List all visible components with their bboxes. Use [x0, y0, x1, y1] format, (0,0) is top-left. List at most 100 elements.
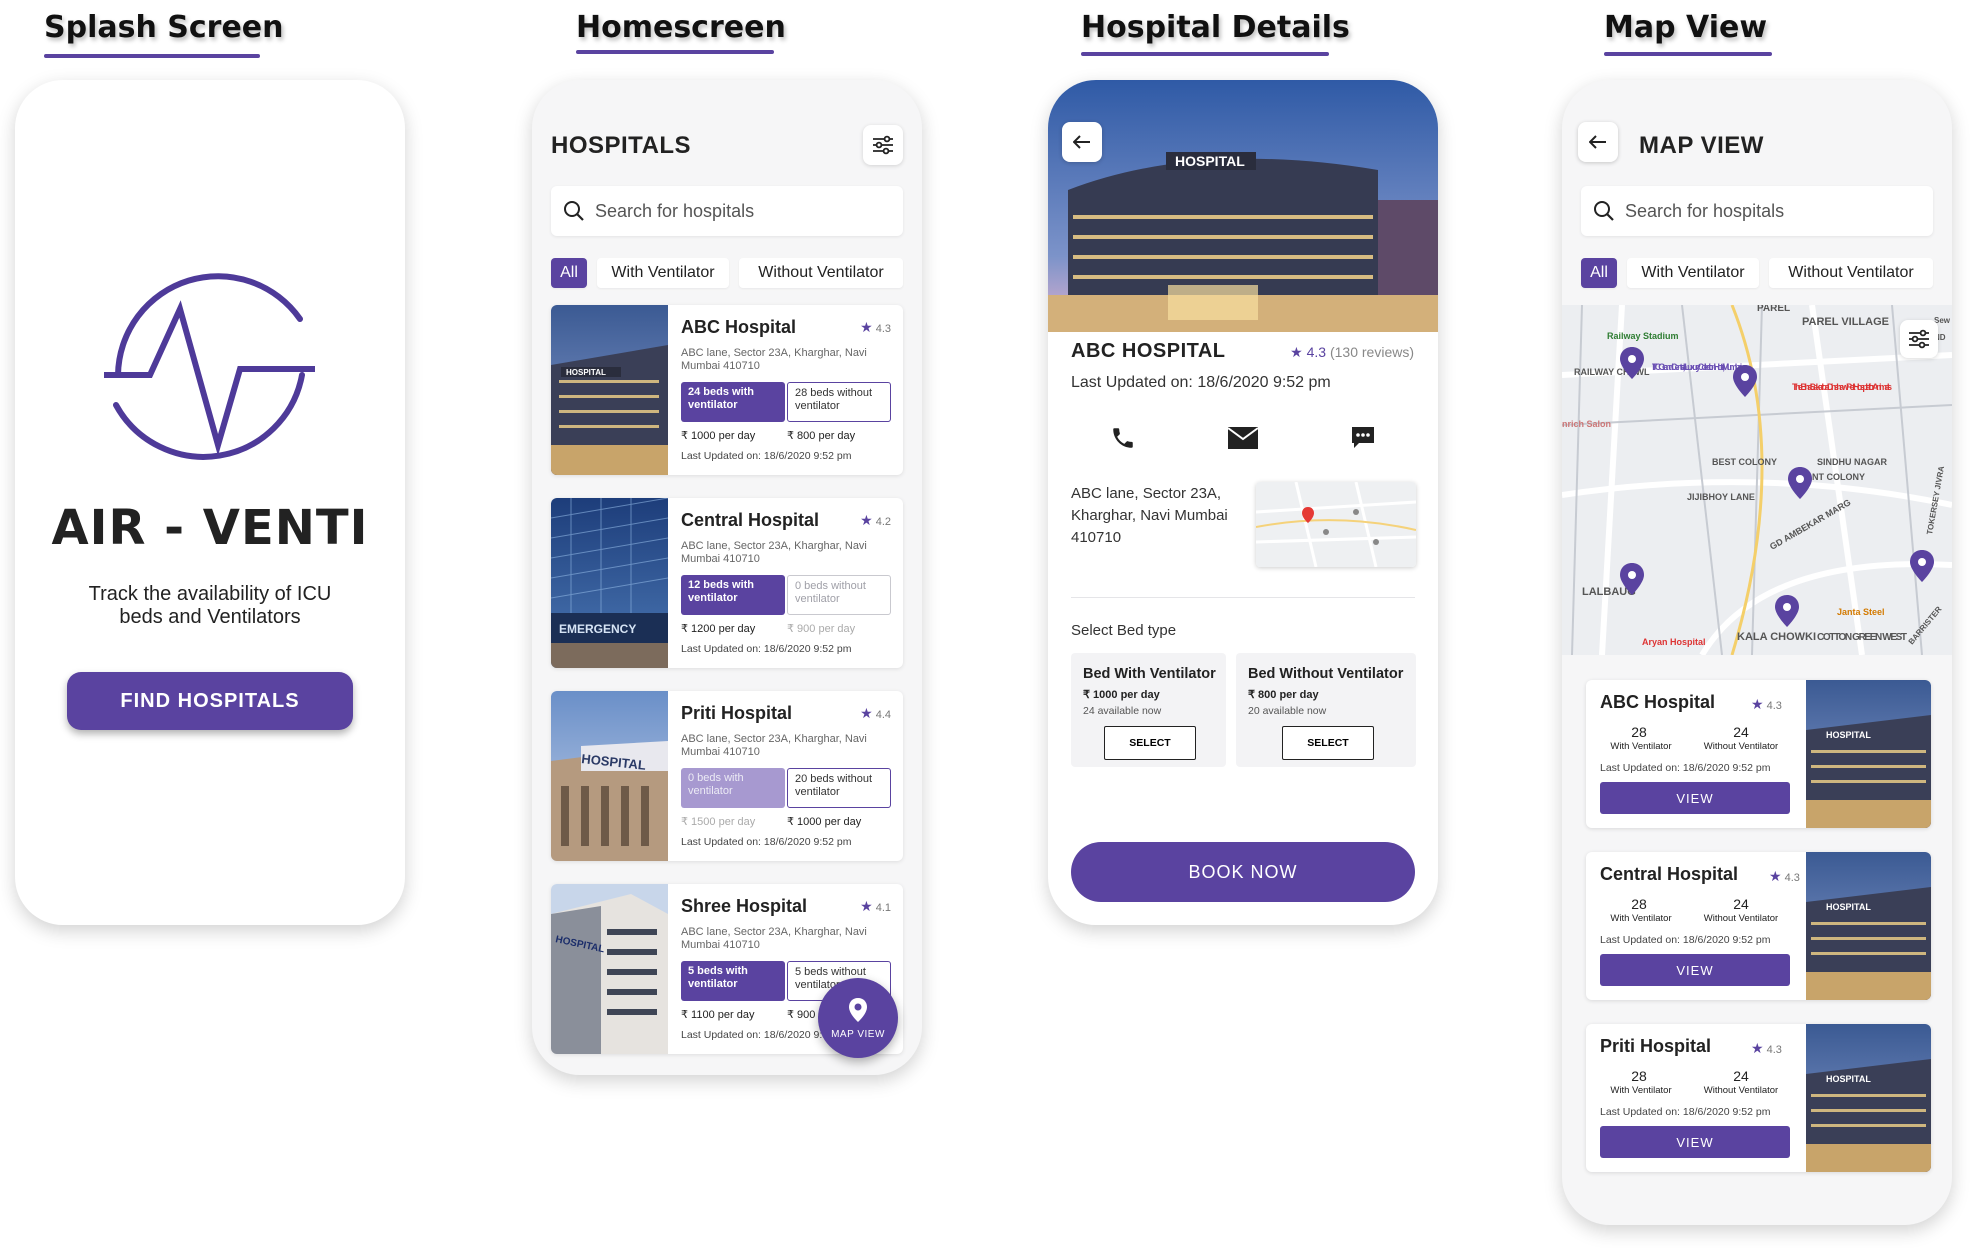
filter-chip-all[interactable]: All [1581, 258, 1617, 288]
star-icon: ★ [860, 705, 873, 721]
hospital-address: ABC lane, Sector 23A, Kharghar, Navi Mum… [681, 540, 867, 565]
view-button[interactable]: VIEW [1600, 782, 1790, 814]
filter-chip-with-ventilator[interactable]: With Ventilator [1627, 258, 1759, 288]
hospital-name: Priti Hospital [681, 703, 793, 723]
phone-icon [1113, 428, 1133, 448]
beds-without-ventilator: 0 beds without ventilator [787, 575, 891, 615]
bed-type-price: ₹ 1000 per day [1083, 689, 1160, 701]
map-view-label: MAP VIEW [831, 1028, 885, 1040]
last-updated: Last Updated on: 18/6/2020 9:52 pm [681, 450, 852, 462]
rating: ★ 4.3 [1751, 1040, 1782, 1056]
rating: ★ 4.3 [1769, 868, 1800, 884]
price-without-ventilator: ₹ 1000 per day [787, 816, 862, 828]
beds-with-ventilator: 5 beds with ventilator [681, 961, 785, 1001]
last-updated: Last Updated on: 18/6/2020 9:52 pm [1071, 374, 1331, 391]
bed-type-card: Bed Without Ventilator ₹ 800 per day 20 … [1236, 653, 1416, 767]
map-label: ITC Grand Central, a Luxury Collection H… [1652, 362, 1743, 372]
filter-settings-button[interactable] [863, 125, 903, 165]
section-underline [44, 54, 260, 58]
mini-map[interactable] [1256, 482, 1416, 567]
without-ventilator-count: 24 [1733, 896, 1749, 912]
hospital-address: ABC lane, Sector 23A, Kharghar, Navi Mum… [681, 733, 867, 758]
map-label: The Bhai Sakarbai Dinshaw Petit Hospital… [1792, 382, 1892, 392]
sliders-icon [873, 135, 893, 155]
beds-without-ventilator: 28 beds without ventilator [787, 382, 891, 422]
hospital-image: EMERGENCY [551, 498, 668, 668]
map-hospital-card[interactable]: Priti Hospital ★ 4.3 28 With Ventilator … [1586, 1024, 1931, 1172]
find-hospitals-button[interactable]: FIND HOSPITALS [67, 672, 353, 730]
without-ventilator-label: Without Ventilator [1703, 913, 1779, 924]
map-hospital-card[interactable]: Central Hospital ★ 4.3 28 With Ventilato… [1586, 852, 1931, 1000]
star-icon: ★ [1751, 1040, 1764, 1056]
star-icon: ★ [860, 319, 873, 335]
rating: ★ 4.3 [860, 319, 891, 335]
last-updated: Last Updated on: 18/6/2020 9:52 pm [1600, 762, 1771, 774]
arrow-left-icon [1589, 135, 1606, 149]
map-view-button[interactable]: MAP VIEW [818, 978, 898, 1058]
hospital-name: Central Hospital [681, 510, 820, 530]
view-button[interactable]: VIEW [1600, 954, 1790, 986]
call-button[interactable] [1103, 418, 1143, 458]
back-button[interactable] [1062, 122, 1102, 162]
price-without-ventilator: ₹ 800 per day [787, 430, 856, 442]
select-button[interactable]: SELECT [1282, 726, 1374, 760]
search-bar[interactable] [1581, 186, 1933, 236]
map-label: JIJIBHOY LANE [1687, 492, 1755, 502]
hospital-name: ABC Hospital [681, 317, 797, 337]
select-bed-label: Select Bed type [1071, 622, 1177, 639]
hospital-card[interactable]: EMERGENCY Central Hospital ★ 4.2 ABC lan… [551, 498, 903, 668]
bed-type-name: Bed Without Ventilator [1248, 666, 1404, 682]
splash-screen: AIR - VENTI Track the availability of IC… [15, 80, 405, 925]
map-label: SINDHU NAGAR [1817, 457, 1888, 467]
location-pin-icon [849, 997, 867, 1022]
without-ventilator-count: 24 [1733, 1068, 1749, 1084]
price-without-ventilator: ₹ 900 per day [787, 623, 856, 635]
map-filter-button[interactable] [1900, 320, 1938, 358]
search-input[interactable] [1625, 200, 1885, 222]
sliders-icon [1909, 329, 1929, 349]
filter-chip-all[interactable]: All [551, 258, 587, 288]
with-ventilator-label: With Ventilator [1610, 741, 1672, 752]
filter-chip-with-ventilator[interactable]: With Ventilator [597, 258, 729, 288]
arrow-left-icon [1073, 135, 1090, 149]
filter-chip-without-ventilator[interactable]: Without Ventilator [1769, 258, 1933, 288]
hospital-card[interactable]: HOSPITAL Priti Hospital ★ 4.4 ABC lane, … [551, 691, 903, 861]
svg-text:HOSPITAL: HOSPITAL [1826, 1074, 1871, 1084]
star-icon: ★ [1769, 868, 1782, 884]
section-underline [1604, 52, 1772, 56]
svg-text:HOSPITAL: HOSPITAL [1826, 730, 1871, 740]
hospital-name: Shree Hospital [681, 896, 808, 916]
filter-chip-without-ventilator[interactable]: Without Ventilator [739, 258, 903, 288]
homescreen: HOSPITALS All With Ventilator Without Ve… [532, 80, 922, 1075]
hospital-address: ABC lane, Sector 23A, Kharghar, Navi Mum… [1071, 485, 1228, 546]
back-button[interactable] [1578, 122, 1618, 162]
section-underline [1081, 52, 1329, 56]
search-bar[interactable] [551, 186, 903, 236]
section-title-splash: Splash Screen [44, 10, 284, 45]
hospital-card[interactable]: HOSPITAL ABC Hospital ★ 4.3 ABC lane, Se… [551, 305, 903, 475]
hospital-details-screen: HOSPITAL ABC HOSPITAL ★ 4.3 (130 reviews… [1048, 80, 1438, 925]
search-input[interactable] [595, 200, 855, 222]
last-updated: Last Updated on: 18/6/2020 9:52 pm [681, 643, 852, 655]
svg-text:HOSPITAL: HOSPITAL [1826, 902, 1871, 912]
hospital-name: Priti Hospital [1600, 1036, 1712, 1056]
section-title-map: Map View [1604, 10, 1768, 45]
price-with-ventilator: ₹ 1000 per day [681, 430, 756, 442]
app-logo-icon [104, 273, 315, 460]
view-button[interactable]: VIEW [1600, 1126, 1790, 1158]
page-title: MAP VIEW [1639, 132, 1764, 159]
last-updated: Last Updated on: 18/6/2020 9:52 pm [1600, 934, 1771, 946]
app-name: AIR - VENTI [51, 500, 369, 556]
book-now-button[interactable]: BOOK NOW [1071, 842, 1415, 902]
beds-with-ventilator: 24 beds with ventilator [681, 382, 785, 422]
map-label: NT COLONY [1812, 472, 1865, 482]
map[interactable]: PAREL PAREL VILLAGE Railway Stadium ITC … [1562, 305, 1952, 655]
without-ventilator-label: Without Ventilator [1703, 1085, 1779, 1096]
email-button[interactable] [1223, 418, 1263, 458]
mail-icon [1227, 427, 1259, 449]
chat-button[interactable] [1343, 418, 1383, 458]
map-hospital-card[interactable]: ABC Hospital ★ 4.3 28 With Ventilator 24… [1586, 680, 1931, 828]
select-button[interactable]: SELECT [1104, 726, 1196, 760]
bed-type-price: ₹ 800 per day [1248, 689, 1319, 701]
bed-type-name: Bed With Ventilator [1083, 666, 1216, 682]
